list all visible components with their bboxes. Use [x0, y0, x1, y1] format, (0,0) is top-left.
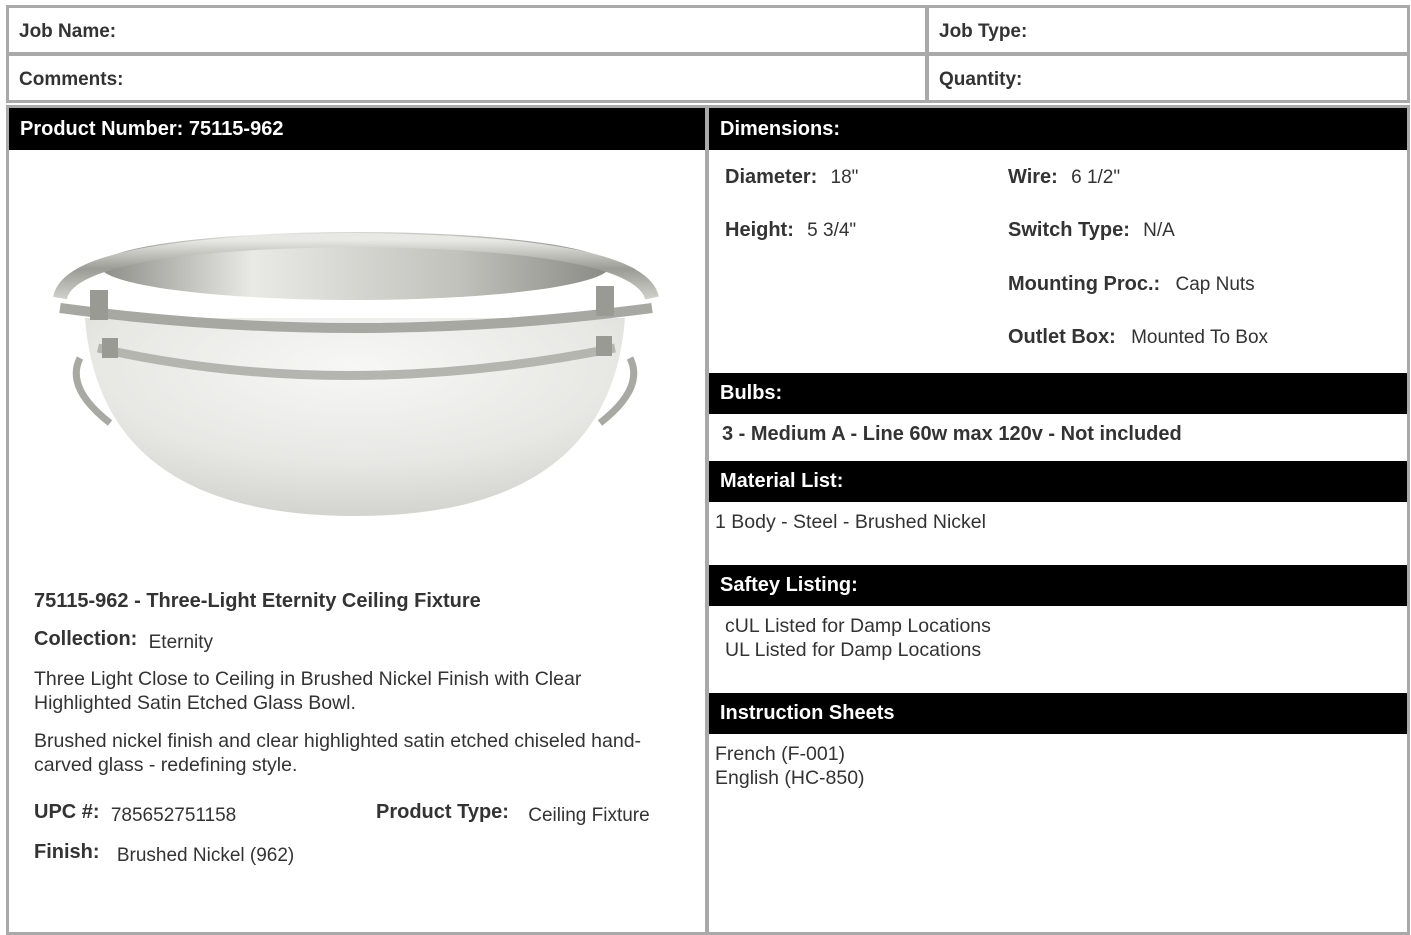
product-type-label: Product Type:: [376, 801, 509, 823]
job-type-label: Job Type:: [939, 21, 1028, 42]
height-value: 5 3/4": [807, 220, 857, 241]
instruction-sheets-heading: Instruction Sheets: [709, 693, 1407, 734]
diameter-value: 18": [830, 167, 859, 188]
product-type-value: Ceiling Fixture: [528, 805, 650, 826]
upc-row: UPC #: 785652751158: [34, 801, 237, 826]
finish-value: Brushed Nickel (962): [116, 845, 295, 866]
diameter-row: Diameter: 18": [725, 166, 858, 189]
upc-label: UPC #:: [34, 801, 100, 823]
material-list-heading: Material List:: [709, 461, 1407, 502]
wire-row: Wire: 6 1/2": [1008, 166, 1120, 189]
bulbs-heading: Bulbs:: [709, 373, 1407, 414]
switch-type-value: N/A: [1143, 220, 1175, 241]
job-type-field[interactable]: Job Type:: [926, 5, 1410, 55]
outlet-box-value: Mounted To Box: [1131, 327, 1269, 348]
quantity-label: Quantity:: [939, 69, 1023, 90]
collection-row: Collection: Eternity: [34, 628, 214, 653]
collection-label: Collection:: [34, 628, 138, 650]
product-description-1: Three Light Close to Ceiling in Brushed …: [34, 668, 582, 714]
ceiling-fixture-photo: [53, 232, 659, 516]
instruction-link-french[interactable]: French (F-001): [715, 743, 845, 766]
mounting-label: Mounting Proc.:: [1008, 273, 1161, 295]
material-item: 1 Body - Steel - Brushed Nickel: [715, 511, 986, 533]
product-title: 75115-962 - Three-Light Eternity Ceiling…: [34, 590, 481, 612]
outlet-box-row: Outlet Box: Mounted To Box: [1008, 326, 1268, 349]
job-name-field[interactable]: Job Name:: [6, 5, 928, 55]
collection-value: Eternity: [148, 632, 214, 653]
wire-label: Wire:: [1008, 166, 1058, 188]
mounting-value: Cap Nuts: [1175, 274, 1255, 295]
quantity-field[interactable]: Quantity:: [926, 53, 1410, 103]
finish-label: Finish:: [34, 841, 100, 863]
safety-listing-heading: Saftey Listing:: [709, 565, 1407, 606]
bulbs-text: 3 - Medium A - Line 60w max 120v - Not i…: [722, 423, 1182, 445]
mounting-row: Mounting Proc.: Cap Nuts: [1008, 273, 1255, 296]
wire-value: 6 1/2": [1071, 167, 1121, 188]
height-row: Height: 5 3/4": [725, 219, 856, 242]
switch-type-row: Switch Type: N/A: [1008, 219, 1175, 242]
product-description-2: Brushed nickel finish and clear highligh…: [34, 730, 642, 776]
height-label: Height:: [725, 219, 794, 241]
safety-item-1: cUL Listed for Damp Locations: [725, 615, 991, 637]
product-type-row: Product Type: Ceiling Fixture: [376, 801, 650, 826]
diameter-label: Diameter:: [725, 166, 818, 188]
comments-field[interactable]: Comments:: [6, 53, 928, 103]
switch-type-label: Switch Type:: [1008, 219, 1130, 241]
safety-item-2: UL Listed for Damp Locations: [725, 639, 982, 661]
dimensions-heading: Dimensions:: [709, 108, 1407, 150]
product-number-heading: Product Number: 75115-962: [9, 108, 705, 150]
outlet-box-label: Outlet Box:: [1008, 326, 1116, 348]
comments-label: Comments:: [19, 69, 124, 90]
job-name-label: Job Name:: [19, 21, 117, 42]
upc-value: 785652751158: [110, 805, 237, 826]
instruction-link-english[interactable]: English (HC-850): [715, 767, 865, 790]
finish-row: Finish: Brushed Nickel (962): [34, 841, 295, 866]
